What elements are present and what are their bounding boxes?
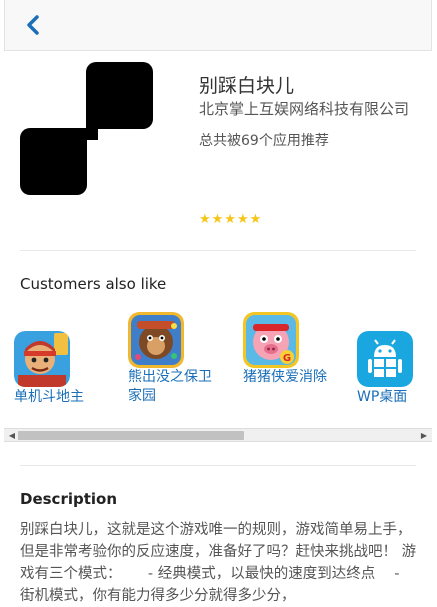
also-like-item-name: WP桌面 — [357, 389, 408, 405]
zhuzhuxia-game-icon: G — [243, 312, 299, 368]
horizontal-scrollbar[interactable]: ◀ ▶ — [4, 428, 432, 442]
scrollbar-thumb[interactable] — [18, 431, 244, 440]
also-like-heading: Customers also like — [20, 275, 167, 293]
divider — [20, 250, 416, 251]
also-like-item[interactable]: WP桌面 — [357, 331, 427, 411]
app-title: 别踩白块儿 — [199, 75, 295, 97]
app-icon — [20, 62, 153, 195]
description-heading: Description — [20, 490, 118, 508]
rating-stars: ★★★★★ — [199, 212, 263, 227]
also-like-item[interactable]: 单机斗地主 — [14, 331, 94, 411]
divider — [20, 465, 416, 466]
also-like-item-name: 猪猪侠爱消除 — [243, 369, 327, 385]
also-like-item-name: 熊出没之保卫家园 — [128, 369, 212, 404]
scroll-right-arrow-icon[interactable]: ▶ — [418, 430, 430, 442]
also-like-item-name: 单机斗地主 — [14, 389, 84, 405]
also-like-item[interactable]: 熊出没之保卫家园 — [128, 312, 212, 412]
scroll-left-arrow-icon[interactable]: ◀ — [6, 430, 18, 442]
android-wp-icon — [357, 331, 413, 387]
svg-text:G: G — [283, 353, 291, 364]
top-navigation-bar — [4, 0, 432, 51]
also-like-item[interactable]: G 猪猪侠爱消除 — [243, 312, 327, 412]
app-recommend-count: 总共被69个应用推荐 — [199, 133, 329, 149]
xiongchumo-game-icon — [128, 312, 184, 368]
app-developer[interactable]: 北京掌上互娱网络科技有限公司 — [199, 98, 409, 119]
back-chevron-icon[interactable] — [21, 13, 45, 37]
description-text: 别踩白块儿，这就是这个游戏唯一的规则，游戏简单易上手，但是非常考验你的反应速度，… — [20, 522, 417, 604]
doudizhu-game-icon — [14, 331, 70, 387]
